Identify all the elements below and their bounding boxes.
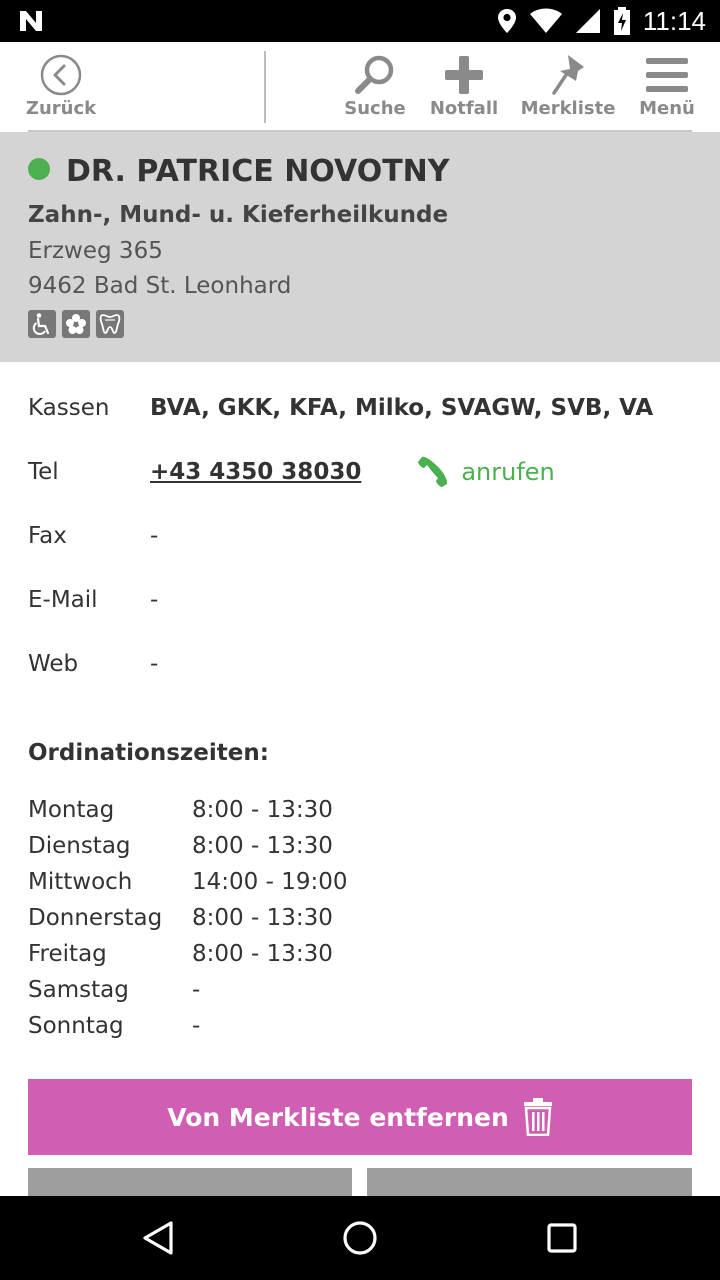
hours-day: Dienstag [28, 833, 131, 859]
nav-back-button[interactable] [136, 1216, 180, 1260]
tel-row: Tel +43 4350 38030 anrufen [28, 452, 692, 492]
web-row: Web - [28, 644, 692, 684]
kassen-row: Kassen BVA, GKK, KFA, Milko, SVAGW, SVB,… [28, 388, 692, 428]
call-button[interactable]: anrufen [417, 456, 555, 488]
emergency-button[interactable]: Notfall [428, 42, 500, 130]
email-row: E-Mail - [28, 580, 692, 620]
email-value: - [150, 587, 159, 613]
back-label: Zurück [25, 98, 97, 119]
email-label: E-Mail [28, 587, 98, 613]
signal-icon [575, 9, 600, 33]
feature-badges [28, 310, 124, 338]
doctor-header: DR. PATRICE NOVOTNY Zahn-, Mund- u. Kief… [0, 132, 720, 362]
secondary-button-left[interactable] [28, 1168, 352, 1196]
fax-row: Fax - [28, 516, 692, 556]
navigation-bar [0, 1196, 720, 1280]
toolbar-divider [264, 51, 266, 123]
hamburger-icon [646, 58, 688, 92]
wheelchair-icon [28, 310, 56, 338]
hours-day: Freitag [28, 941, 107, 967]
location-icon [497, 9, 516, 33]
search-button[interactable]: Suche [342, 42, 408, 130]
remove-bookmark-label: Von Merkliste entfernen [167, 1102, 509, 1132]
fax-label: Fax [28, 523, 67, 549]
nav-back-icon [143, 1221, 173, 1255]
doctor-street: Erzweg 365 [28, 238, 163, 264]
hours-day: Mittwoch [28, 869, 133, 895]
plus-icon [445, 56, 483, 94]
hours-row: Montag 8:00 - 13:30 [28, 792, 348, 828]
hours-row: Freitag 8:00 - 13:30 [28, 936, 348, 972]
emergency-label: Notfall [429, 98, 499, 119]
hours-time: 8:00 - 13:30 [192, 905, 333, 931]
flower-icon [62, 310, 90, 338]
kassen-value: BVA, GKK, KFA, Milko, SVAGW, SVB, VA [150, 395, 654, 421]
web-label: Web [28, 651, 79, 677]
hours-row: Dienstag 8:00 - 13:30 [28, 828, 348, 864]
menu-label: Menü [639, 98, 695, 119]
hours-day: Donnerstag [28, 905, 163, 931]
battery-charging-icon [613, 7, 630, 35]
tooth-icon [96, 310, 124, 338]
pin-icon [552, 55, 584, 95]
hours-time: 8:00 - 13:30 [192, 941, 333, 967]
bookmarks-label: Merkliste [520, 98, 616, 119]
open-status-dot [28, 157, 50, 180]
doctor-name-row: DR. PATRICE NOVOTNY [28, 154, 450, 189]
trash-icon [523, 1098, 552, 1136]
hours-title: Ordinationszeiten: [28, 740, 269, 766]
hours-time: - [192, 1013, 201, 1039]
hours-row: Donnerstag 8:00 - 13:30 [28, 900, 348, 936]
hours-list: Montag 8:00 - 13:30 Dienstag 8:00 - 13:3… [28, 792, 348, 1044]
nav-home-icon [343, 1221, 377, 1255]
hours-time: 14:00 - 19:00 [192, 869, 348, 895]
doctor-name: DR. PATRICE NOVOTNY [66, 154, 450, 189]
search-icon [355, 55, 394, 94]
toolbar: Zurück Suche Notfall Merkliste Menü [0, 42, 720, 132]
back-icon [40, 54, 82, 96]
status-bar: 11:14 [0, 0, 720, 42]
back-button[interactable]: Zurück [24, 42, 98, 130]
nav-home-button[interactable] [338, 1216, 382, 1260]
call-label: anrufen [461, 458, 555, 486]
bookmarks-button[interactable]: Merkliste [520, 42, 616, 130]
nav-recents-button[interactable] [540, 1216, 584, 1260]
doctor-city: 9462 Bad St. Leonhard [28, 273, 292, 299]
menu-button[interactable]: Menü [636, 42, 698, 130]
fax-value: - [150, 523, 159, 549]
clock: 11:14 [642, 5, 706, 36]
hours-time: 8:00 - 13:30 [192, 833, 333, 859]
tel-label: Tel [28, 459, 59, 485]
search-label: Suche [344, 98, 406, 119]
n-logo-icon [20, 11, 42, 31]
wifi-icon [529, 8, 562, 33]
hours-row: Sonntag - [28, 1008, 348, 1044]
nav-recents-icon [547, 1223, 577, 1253]
hours-time: - [192, 977, 201, 1003]
web-value: - [150, 651, 159, 677]
hours-row: Samstag - [28, 972, 348, 1008]
hours-row: Mittwoch 14:00 - 19:00 [28, 864, 348, 900]
doctor-specialty: Zahn-, Mund- u. Kieferheilkunde [28, 202, 449, 228]
phone-icon [418, 456, 448, 487]
hours-day: Samstag [28, 977, 129, 1003]
hours-day: Montag [28, 797, 115, 823]
secondary-button-right[interactable] [367, 1168, 692, 1196]
tel-link[interactable]: +43 4350 38030 [150, 459, 361, 485]
remove-bookmark-button[interactable]: Von Merkliste entfernen [28, 1079, 692, 1155]
hours-time: 8:00 - 13:30 [192, 797, 333, 823]
kassen-label: Kassen [28, 395, 110, 421]
hours-day: Sonntag [28, 1013, 124, 1039]
